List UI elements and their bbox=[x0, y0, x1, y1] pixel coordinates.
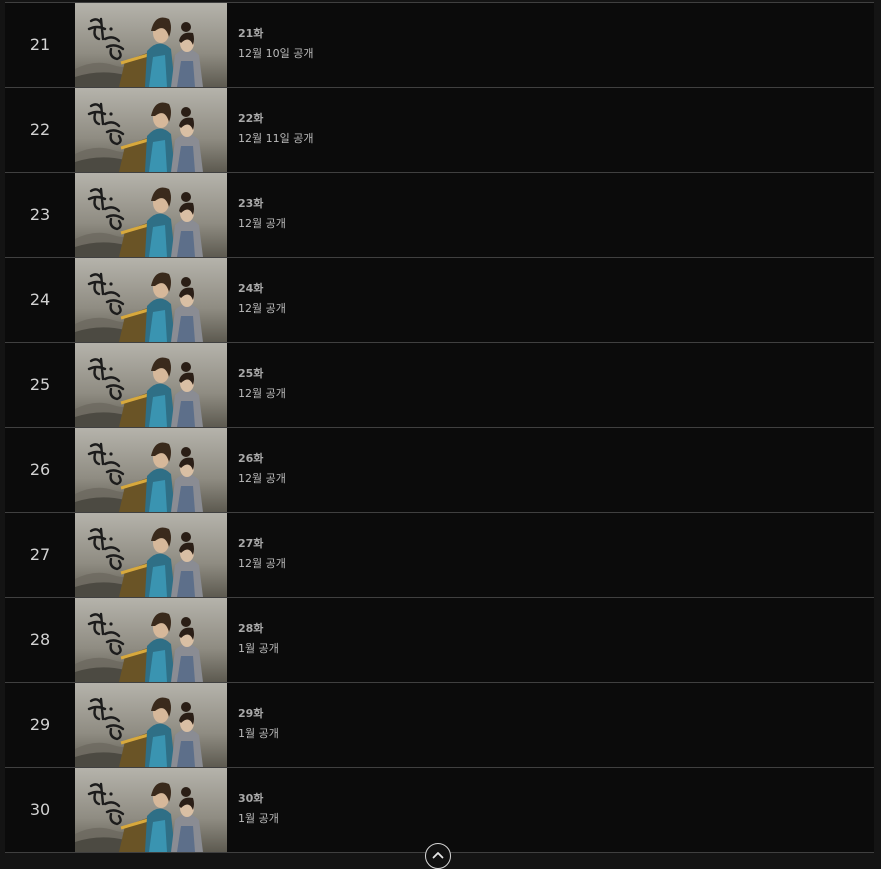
episode-row[interactable]: 29 29화 1월 공개 bbox=[5, 683, 874, 768]
poster-art bbox=[75, 258, 227, 342]
chevron-up-icon bbox=[432, 852, 444, 859]
episode-row[interactable]: 22 22화 12월 11일 공개 bbox=[5, 88, 874, 173]
episode-title: 25화 bbox=[238, 367, 264, 380]
episode-number: 29 bbox=[29, 715, 51, 734]
episode-release-date: 1월 공개 bbox=[238, 812, 279, 825]
episode-meta: 30화 1월 공개 bbox=[238, 792, 279, 826]
episode-meta: 28화 1월 공개 bbox=[238, 622, 279, 656]
episode-release-date: 12월 공개 bbox=[238, 472, 286, 485]
episode-title: 21화 bbox=[238, 27, 264, 40]
episode-title: 27화 bbox=[238, 537, 264, 550]
episode-thumbnail[interactable] bbox=[75, 173, 227, 257]
episode-meta: 26화 12월 공개 bbox=[238, 452, 286, 486]
episode-title: 29화 bbox=[238, 707, 264, 720]
episode-number: 30 bbox=[29, 800, 51, 819]
episode-row[interactable]: 23 23화 12월 공개 bbox=[5, 173, 874, 258]
poster-art bbox=[75, 173, 227, 257]
episode-release-date: 12월 공개 bbox=[238, 387, 286, 400]
episode-row[interactable]: 24 24화 12월 공개 bbox=[5, 258, 874, 343]
episode-title: 30화 bbox=[238, 792, 264, 805]
poster-art bbox=[75, 343, 227, 427]
episode-thumbnail[interactable] bbox=[75, 258, 227, 342]
episode-meta: 29화 1월 공개 bbox=[238, 707, 279, 741]
episode-title: 23화 bbox=[238, 197, 264, 210]
episode-thumbnail[interactable] bbox=[75, 683, 227, 767]
episode-row[interactable]: 28 28화 1월 공개 bbox=[5, 598, 874, 683]
episode-row[interactable]: 21 21화 12월 10일 공개 bbox=[5, 3, 874, 88]
episode-number: 27 bbox=[29, 545, 51, 564]
episode-title: 24화 bbox=[238, 282, 264, 295]
episode-title: 28화 bbox=[238, 622, 264, 635]
episode-number: 25 bbox=[29, 375, 51, 394]
episode-meta: 21화 12월 10일 공개 bbox=[238, 27, 313, 61]
episode-thumbnail[interactable] bbox=[75, 3, 227, 87]
episode-number: 21 bbox=[29, 35, 51, 54]
episode-row[interactable]: 30 30화 1월 공개 bbox=[5, 768, 874, 853]
poster-art bbox=[75, 598, 227, 682]
episode-release-date: 1월 공개 bbox=[238, 642, 279, 655]
episode-meta: 24화 12월 공개 bbox=[238, 282, 286, 316]
episode-release-date: 12월 10일 공개 bbox=[238, 47, 314, 60]
episode-row[interactable]: 25 25화 12월 공개 bbox=[5, 343, 874, 428]
episode-title: 26화 bbox=[238, 452, 264, 465]
episode-meta: 27화 12월 공개 bbox=[238, 537, 286, 571]
episode-release-date: 1월 공개 bbox=[238, 727, 279, 740]
episode-meta: 22화 12월 11일 공개 bbox=[238, 112, 313, 146]
episode-number: 26 bbox=[29, 460, 51, 479]
episode-meta: 25화 12월 공개 bbox=[238, 367, 286, 401]
episode-title: 22화 bbox=[238, 112, 264, 125]
episode-thumbnail[interactable] bbox=[75, 768, 227, 852]
poster-art bbox=[75, 768, 227, 852]
poster-art bbox=[75, 513, 227, 597]
episode-number: 22 bbox=[29, 120, 51, 139]
poster-art bbox=[75, 3, 227, 87]
episode-thumbnail[interactable] bbox=[75, 343, 227, 427]
episode-meta: 23화 12월 공개 bbox=[238, 197, 286, 231]
episode-number: 23 bbox=[29, 205, 51, 224]
episode-release-date: 12월 11일 공개 bbox=[238, 132, 314, 145]
episode-row[interactable]: 26 26화 12월 공개 bbox=[5, 428, 874, 513]
episode-number: 24 bbox=[29, 290, 51, 309]
episode-list: 21 21화 12월 10일 공개 22 22화 12월 11일 공개 23 2… bbox=[5, 2, 874, 853]
episode-thumbnail[interactable] bbox=[75, 513, 227, 597]
episode-thumbnail[interactable] bbox=[75, 88, 227, 172]
episode-release-date: 12월 공개 bbox=[238, 557, 286, 570]
poster-art bbox=[75, 683, 227, 767]
poster-art bbox=[75, 428, 227, 512]
episode-row[interactable]: 27 27화 12월 공개 bbox=[5, 513, 874, 598]
episode-thumbnail[interactable] bbox=[75, 428, 227, 512]
episode-thumbnail[interactable] bbox=[75, 598, 227, 682]
episode-release-date: 12월 공개 bbox=[238, 217, 286, 230]
poster-art bbox=[75, 88, 227, 172]
episode-release-date: 12월 공개 bbox=[238, 302, 286, 315]
episode-number: 28 bbox=[29, 630, 51, 649]
scroll-to-top-button[interactable] bbox=[425, 843, 451, 869]
